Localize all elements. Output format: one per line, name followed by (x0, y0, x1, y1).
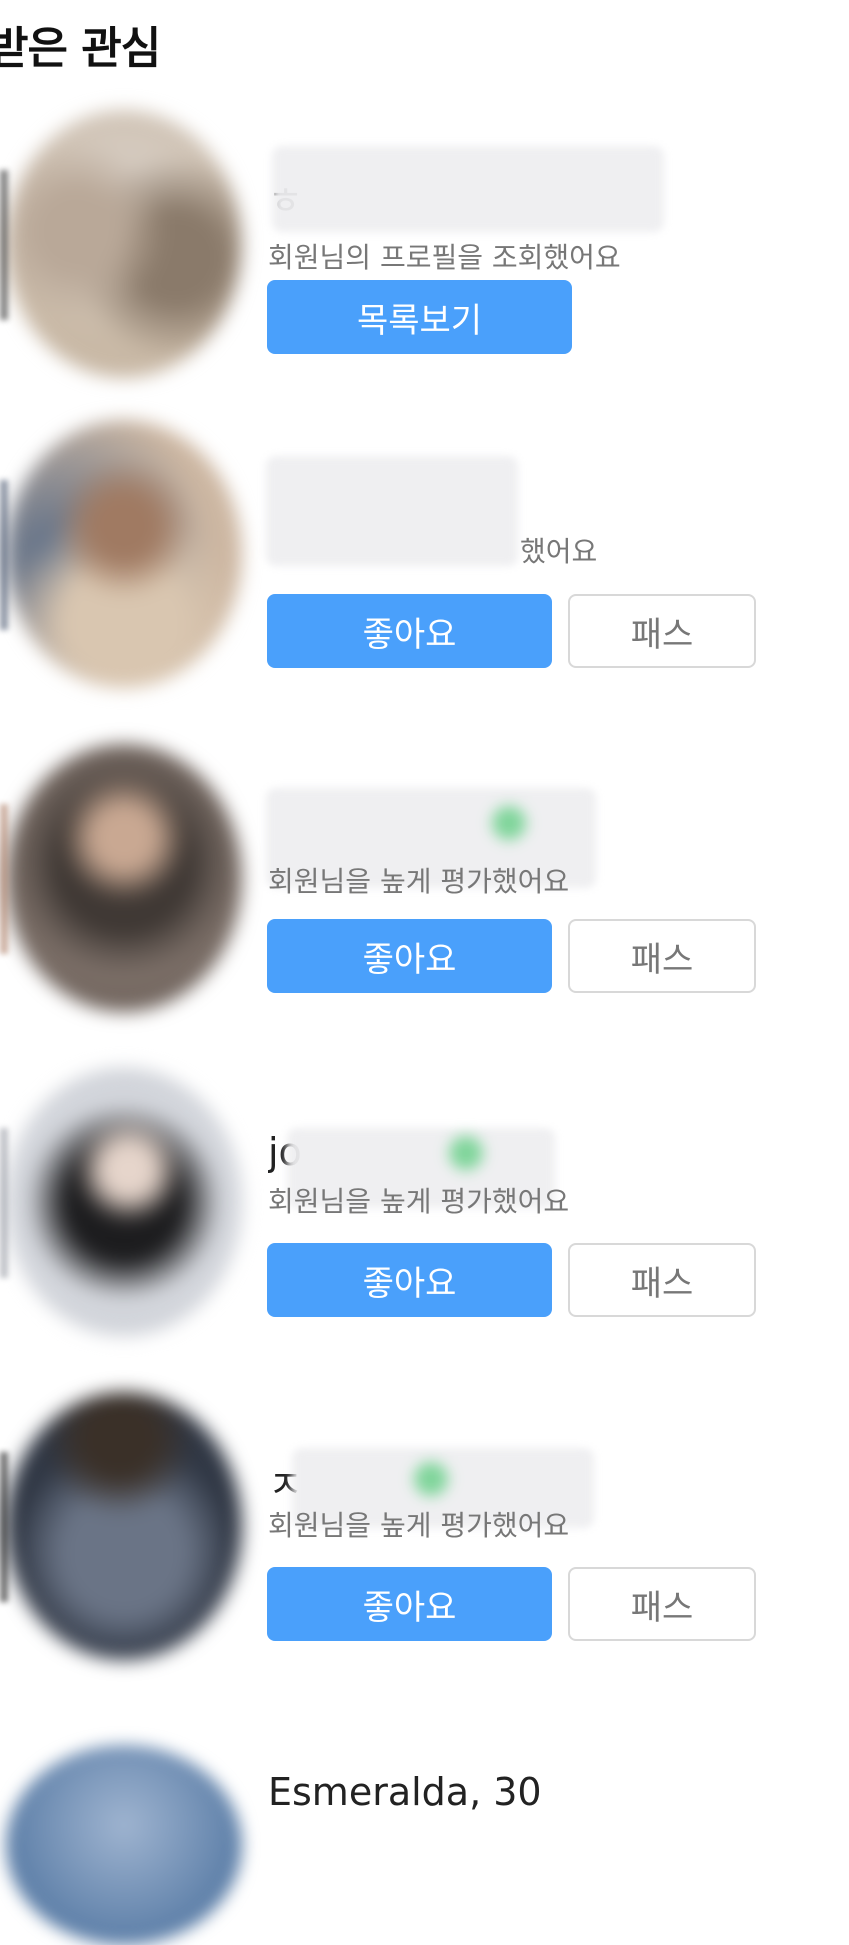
activity-message: 회원님을 높게 평가했어요 (268, 1185, 570, 1218)
edge-shadow (0, 1128, 8, 1278)
activity-message: 회원님의 프로필을 조회했어요 (268, 241, 621, 274)
edge-shadow (0, 1452, 8, 1602)
avatar[interactable] (6, 1068, 242, 1336)
online-indicator (492, 806, 526, 840)
edge-shadow (0, 804, 8, 954)
activity-message: 회원님을 높게 평가했어요 (268, 1509, 570, 1542)
page-title: 받은 관심 (0, 23, 161, 74)
avatar[interactable] (6, 744, 242, 1012)
interest-card[interactable]: jo 회원님을 높게 평가했어요 좋아요 패스 (0, 1068, 849, 1388)
pass-button[interactable]: 패스 (568, 919, 756, 993)
edge-shadow (0, 170, 8, 320)
view-list-button[interactable]: 목록보기 (267, 280, 572, 354)
like-button[interactable]: 좋아요 (267, 594, 552, 668)
pass-button[interactable]: 패스 (568, 594, 756, 668)
member-name[interactable]: Esmeralda, 30 (268, 1770, 542, 1814)
interest-card[interactable]: 회원님을 높게 평가했어요 좋아요 패스 (0, 744, 849, 1064)
like-button[interactable]: 좋아요 (267, 919, 552, 993)
pass-button[interactable]: 패스 (568, 1243, 756, 1317)
interest-card[interactable]: ㅈ 회원님을 높게 평가했어요 좋아요 패스 (0, 1392, 849, 1712)
avatar[interactable] (6, 110, 242, 378)
avatar[interactable] (6, 420, 242, 688)
online-indicator (449, 1136, 483, 1170)
activity-message: 했어요 (520, 535, 598, 568)
avatar[interactable] (6, 1745, 242, 1945)
interest-card[interactable]: 했어요 좋아요 패스 (0, 420, 849, 740)
like-button[interactable]: 좋아요 (267, 1243, 552, 1317)
avatar[interactable] (6, 1392, 242, 1660)
name-redaction (266, 456, 518, 566)
name-redaction (272, 146, 664, 232)
like-button[interactable]: 좋아요 (267, 1567, 552, 1641)
interest-card[interactable]: ㅎ 회원님의 프로필을 조회했어요 목록보기 (0, 110, 849, 430)
activity-message: 회원님을 높게 평가했어요 (268, 865, 570, 898)
edge-shadow (0, 480, 8, 630)
online-indicator (414, 1462, 448, 1496)
pass-button[interactable]: 패스 (568, 1567, 756, 1641)
